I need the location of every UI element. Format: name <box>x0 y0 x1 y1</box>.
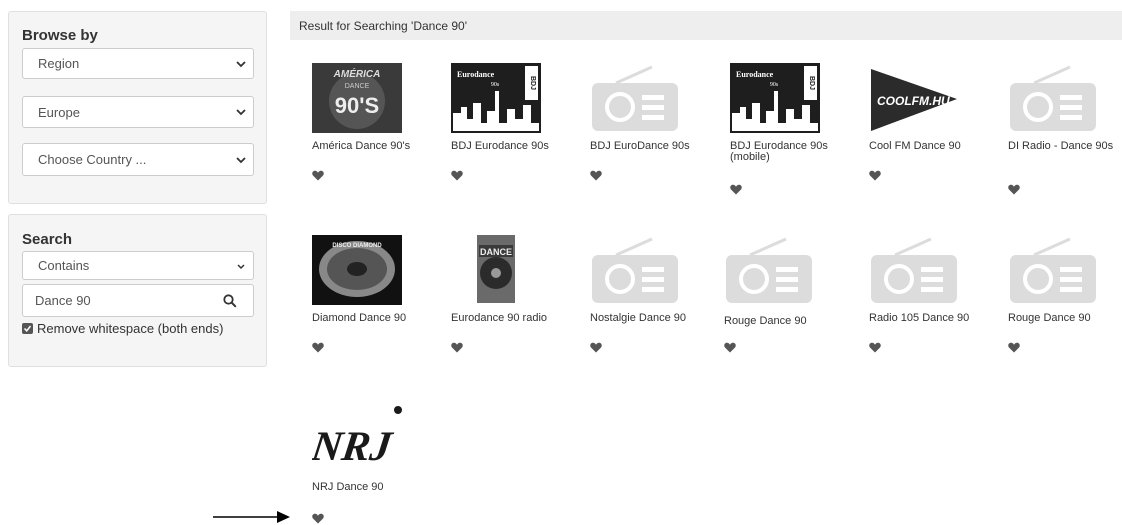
station-name[interactable]: BDJ Eurodance 90s (mobile) <box>730 141 840 163</box>
eurodance-logo-text-3: BDJ <box>808 76 815 90</box>
station-name[interactable]: Diamond Dance 90 <box>312 313 422 324</box>
results-header: Result for Searching 'Dance 90' <box>290 11 1122 40</box>
eurodance-logo[interactable]: Eurodance 90s BDJ <box>451 63 541 133</box>
browse-title: Browse by <box>22 27 98 44</box>
heart-icon[interactable] <box>590 342 602 353</box>
station-name[interactable]: Eurodance 90 radio <box>451 313 561 324</box>
heart-icon[interactable] <box>590 170 602 181</box>
station-name[interactable]: Rouge Dance 90 <box>724 316 834 327</box>
america-logo-text-1: AMÉRICA <box>333 67 381 80</box>
arrow-right-icon <box>213 511 290 523</box>
chevron-down-icon <box>236 156 246 163</box>
heart-icon[interactable] <box>451 170 463 181</box>
station-name[interactable]: América Dance 90's <box>312 141 422 152</box>
eurodance-logo[interactable]: Eurodance 90s BDJ <box>730 63 820 133</box>
coolfm-logo-text: COOLFM.HU <box>877 94 950 108</box>
search-mode-select[interactable]: Contains <box>22 251 254 280</box>
continent-select[interactable]: Europe <box>22 96 254 128</box>
radio-icon[interactable] <box>590 63 680 133</box>
nrj-logo-text: NRJ <box>312 423 397 470</box>
chevron-down-icon <box>237 263 245 269</box>
heart-icon[interactable] <box>724 342 736 353</box>
check-icon <box>23 325 32 332</box>
heart-icon[interactable] <box>730 184 742 195</box>
search-mode-value: Contains <box>38 258 90 273</box>
eurodance90-logo[interactable]: DANCE <box>451 235 541 305</box>
coolfm-logo[interactable]: COOLFM.HU <box>869 63 959 133</box>
station-name[interactable]: BDJ EuroDance 90s <box>590 141 700 152</box>
eurodance-logo-text-2: 90s <box>770 82 779 88</box>
station-name[interactable]: Radio 105 Dance 90 <box>869 313 979 324</box>
search-title: Search <box>22 231 73 248</box>
heart-icon[interactable] <box>1008 184 1020 195</box>
radio-icon[interactable] <box>869 235 959 305</box>
country-select[interactable]: Choose Country ... <box>22 143 254 176</box>
whitespace-checkbox[interactable] <box>22 323 33 334</box>
station-name[interactable]: Cool FM Dance 90 <box>869 141 979 152</box>
diamond-logo[interactable]: DISCO DIAMOND <box>312 235 402 305</box>
station-name[interactable]: BDJ Eurodance 90s <box>451 141 561 152</box>
chevron-down-icon <box>236 60 246 67</box>
search-input[interactable]: Dance 90 <box>22 284 254 317</box>
region-select[interactable]: Region <box>22 48 254 79</box>
radio-icon[interactable] <box>1008 235 1098 305</box>
america-logo-text-2: DANCE <box>345 83 370 90</box>
whitespace-option[interactable]: Remove whitespace (both ends) <box>22 321 223 336</box>
station-name[interactable]: Rouge Dance 90 <box>1008 313 1118 324</box>
region-select-value: Region <box>38 56 80 71</box>
station-name[interactable]: Nostalgie Dance 90 <box>590 313 700 324</box>
eurodance-logo-text-1: Eurodance <box>457 70 495 79</box>
diamond-logo-text: DISCO DIAMOND <box>332 243 382 249</box>
chevron-down-icon <box>236 109 246 116</box>
america-logo-text-3: 90'S <box>335 93 379 118</box>
radio-icon[interactable] <box>724 235 814 305</box>
search-icon[interactable] <box>223 294 237 308</box>
nrj-logo[interactable]: NRJ <box>312 404 402 474</box>
heart-icon[interactable] <box>312 342 324 353</box>
america-dance-logo[interactable]: AMÉRICA DANCE 90'S <box>312 63 402 133</box>
whitespace-label: Remove whitespace (both ends) <box>37 321 224 336</box>
country-select-value: Choose Country ... <box>38 152 147 167</box>
search-panel: Search Contains Dance 90 Remove whitespa… <box>8 214 267 367</box>
browse-panel: Browse by Region Europe Choose Country .… <box>8 11 267 204</box>
eurodance-logo-text-2: 90s <box>491 82 500 88</box>
results-header-text: Result for Searching 'Dance 90' <box>299 18 468 33</box>
station-name[interactable]: DI Radio - Dance 90s <box>1008 141 1118 152</box>
eurodance-logo-text-1: Eurodance <box>736 70 774 79</box>
heart-icon[interactable] <box>451 342 463 353</box>
station-name[interactable]: NRJ Dance 90 <box>312 482 422 493</box>
radio-icon[interactable] <box>590 235 680 305</box>
continent-select-value: Europe <box>38 104 80 120</box>
heart-icon[interactable] <box>869 170 881 181</box>
heart-icon[interactable] <box>869 342 881 353</box>
search-query: Dance 90 <box>35 293 91 308</box>
heart-icon[interactable] <box>312 170 324 181</box>
heart-icon[interactable] <box>1008 342 1020 353</box>
eurodance-logo-text-3: BDJ <box>529 76 536 90</box>
heart-icon[interactable] <box>312 513 324 524</box>
eurodance90-logo-text: DANCE <box>480 247 512 257</box>
radio-icon[interactable] <box>1008 63 1098 133</box>
